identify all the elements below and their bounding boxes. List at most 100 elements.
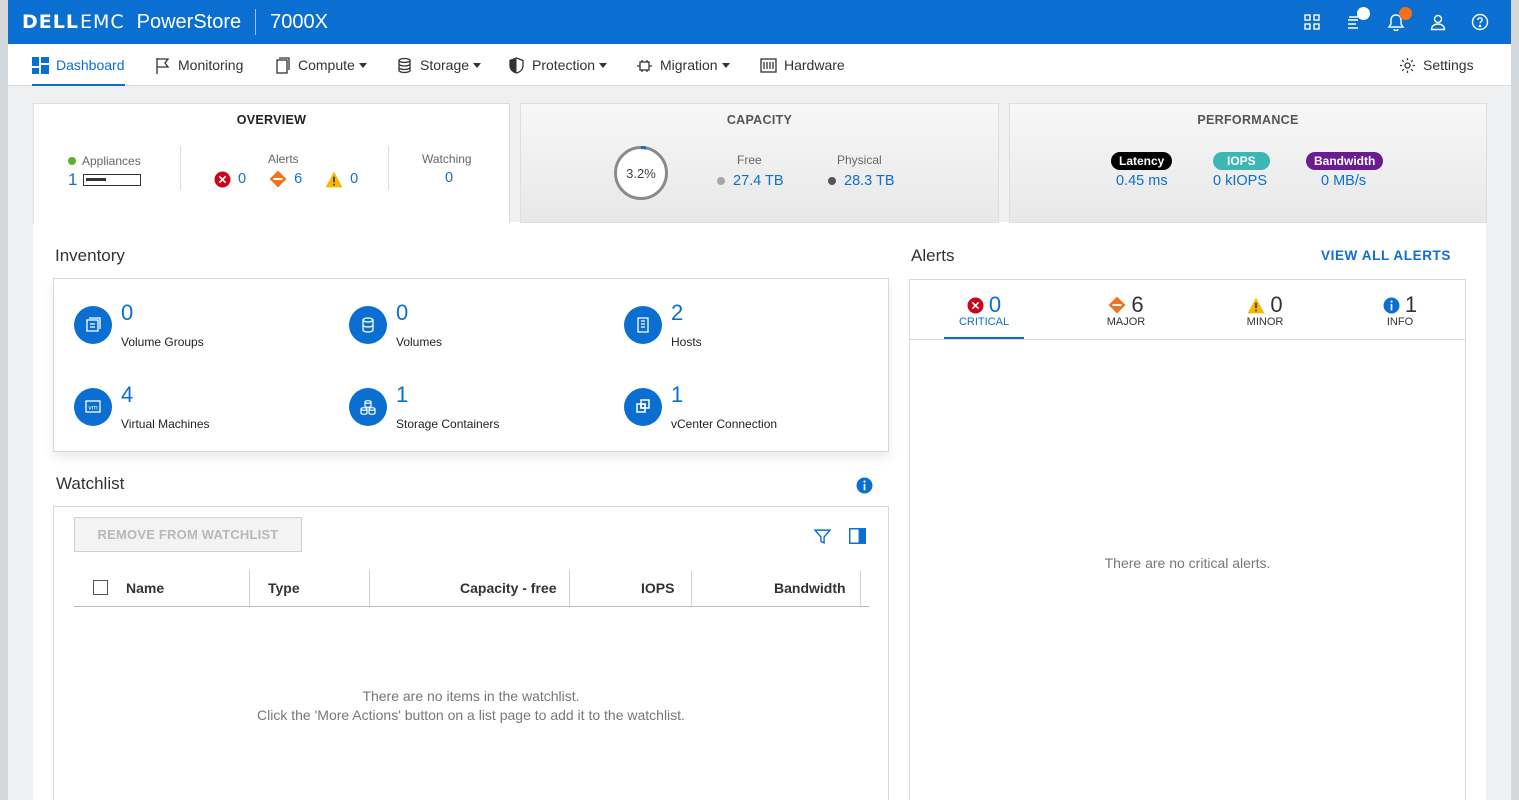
capacity-card[interactable]: CAPACITY 3.2% Free 27.4 TB Physical 28.3…: [520, 103, 999, 223]
nav-protection-label: Protection: [532, 57, 596, 73]
column-header-capacity-free[interactable]: Capacity - free: [460, 580, 556, 596]
inventory-virtual-machines[interactable]: vm 4 Virtual Machines: [74, 382, 324, 438]
nav-compute[interactable]: Compute: [274, 44, 367, 86]
chevron-down-icon: [473, 62, 482, 68]
watchlist-empty-line1: There are no items in the watchlist.: [362, 688, 580, 704]
storage-container-icon: [349, 388, 387, 426]
table-header-underline: [74, 606, 869, 607]
latency-value: 0.45 ms: [1116, 173, 1168, 189]
help-icon[interactable]: [1471, 13, 1489, 31]
alert-tab-info[interactable]: 1 INFO: [1360, 292, 1440, 328]
critical-icon: [214, 171, 231, 187]
overview-card[interactable]: OVERVIEW Appliances 1 Alerts 0 6 0 Watch…: [33, 103, 510, 224]
window-frame-right: [1511, 0, 1519, 800]
model-name: 7000X: [270, 10, 328, 33]
major-icon: [269, 170, 287, 188]
top-bar: DELL EMC PowerStore 7000X: [8, 0, 1511, 44]
column-separator[interactable]: [249, 570, 250, 606]
column-separator[interactable]: [369, 570, 370, 606]
host-icon: [624, 306, 662, 344]
column-separator[interactable]: [691, 570, 692, 606]
select-all-checkbox[interactable]: [93, 580, 108, 595]
overview-alert-counts[interactable]: 0 6 0: [214, 170, 358, 188]
nav-monitoring-label: Monitoring: [178, 57, 244, 73]
minor-count: 0: [350, 171, 359, 187]
bandwidth-metric: Bandwidth: [1306, 152, 1384, 170]
vcenter-count: 1: [671, 382, 684, 407]
chevron-down-icon: [358, 62, 367, 68]
nav-hardware-label: Hardware: [784, 57, 845, 73]
appliance-icon: [83, 174, 142, 186]
column-separator[interactable]: [569, 570, 570, 606]
minor-tab-count: 0: [1270, 292, 1283, 317]
alert-tabs-divider: [910, 339, 1465, 340]
info-tab-label: INFO: [1386, 316, 1414, 328]
column-header-type[interactable]: Type: [268, 580, 300, 596]
latency-pill: Latency: [1111, 152, 1173, 170]
inventory-storage-containers[interactable]: 1 Storage Containers: [349, 382, 599, 438]
remove-from-watchlist-button[interactable]: REMOVE FROM WATCHLIST: [74, 517, 302, 552]
view-all-alerts-link[interactable]: VIEW ALL ALERTS: [1321, 248, 1451, 263]
alert-tab-minor[interactable]: 0 MINOR: [1225, 292, 1305, 328]
physical-legend-dot: [828, 177, 836, 185]
iops-value: 0 kIOPS: [1213, 173, 1267, 189]
notifications-bell-icon[interactable]: [1387, 7, 1412, 31]
nav-storage[interactable]: Storage: [396, 44, 482, 86]
storage-containers-label: Storage Containers: [396, 417, 500, 431]
alerts-title: Alerts: [911, 246, 955, 265]
nav-protection[interactable]: Protection: [508, 44, 608, 86]
nav-hardware[interactable]: Hardware: [760, 44, 845, 86]
emc-logo: EMC: [79, 11, 125, 33]
inventory-volume-groups[interactable]: 0 Volume Groups: [74, 300, 324, 356]
watching-label: Watching: [422, 152, 472, 166]
info-tab-count: 1: [1404, 292, 1418, 317]
iops-metric: IOPS: [1213, 152, 1270, 170]
column-header-bandwidth[interactable]: Bandwidth: [774, 580, 846, 596]
user-icon[interactable]: [1429, 13, 1447, 31]
watching-count[interactable]: 0: [445, 170, 453, 186]
physical-label: Physical: [837, 153, 882, 167]
inventory-volumes[interactable]: 0 Volumes: [349, 300, 599, 356]
status-ok-icon: [68, 157, 76, 165]
nav-migration-label: Migration: [660, 57, 718, 73]
nav-storage-label: Storage: [420, 57, 470, 73]
alert-tab-major[interactable]: 6 MAJOR: [1086, 292, 1166, 328]
free-value: 27.4 TB: [733, 173, 784, 189]
nav-settings-label: Settings: [1423, 57, 1474, 73]
window-frame-left: [0, 0, 8, 800]
performance-card[interactable]: PERFORMANCE Latency 0.45 ms IOPS 0 kIOPS…: [1009, 103, 1487, 223]
watchlist-info-icon[interactable]: [856, 477, 873, 497]
alert-tab-critical[interactable]: 0 CRITICAL: [944, 292, 1024, 328]
volumes-count: 0: [396, 300, 409, 325]
virtual-machines-label: Virtual Machines: [121, 417, 210, 431]
alerts-label: Alerts: [268, 152, 299, 166]
alerts-box: 0 CRITICAL 6 MAJOR 0 MINOR 1 INFO There …: [909, 279, 1466, 800]
nav-migration[interactable]: Migration: [636, 44, 730, 86]
top-icons: [1303, 0, 1489, 44]
nav-monitoring[interactable]: Monitoring: [154, 44, 243, 86]
inventory-hosts[interactable]: 2 Hosts: [624, 300, 874, 356]
column-header-name[interactable]: Name: [126, 580, 164, 596]
nav-settings[interactable]: Settings: [1399, 44, 1474, 86]
migration-icon: [637, 59, 652, 72]
gear-icon: [1400, 57, 1415, 73]
storage-containers-count: 1: [396, 382, 409, 407]
column-separator[interactable]: [860, 570, 861, 606]
column-header-iops[interactable]: IOPS: [641, 580, 674, 596]
column-chooser-icon[interactable]: [848, 528, 867, 547]
apps-grid-icon[interactable]: [1303, 13, 1321, 31]
jobs-icon[interactable]: [1345, 7, 1370, 31]
appliances-value[interactable]: 1: [68, 170, 142, 190]
warning-icon: [1247, 297, 1265, 313]
brand-separator: [255, 9, 257, 35]
bandwidth-value: 0 MB/s: [1321, 173, 1367, 189]
filter-icon[interactable]: [813, 528, 832, 548]
nav-compute-label: Compute: [298, 57, 355, 73]
chevron-down-icon: [721, 62, 730, 68]
virtual-machine-icon: vm: [74, 388, 112, 426]
watchlist-box: REMOVE FROM WATCHLIST Name Type Capacity…: [53, 506, 889, 800]
brand[interactable]: DELL EMC PowerStore 7000X: [8, 0, 328, 44]
inventory-vcenter-connection[interactable]: 1 vCenter Connection: [624, 382, 874, 438]
capacity-donut: 3.2%: [613, 145, 669, 201]
nav-dashboard[interactable]: Dashboard: [32, 44, 125, 86]
